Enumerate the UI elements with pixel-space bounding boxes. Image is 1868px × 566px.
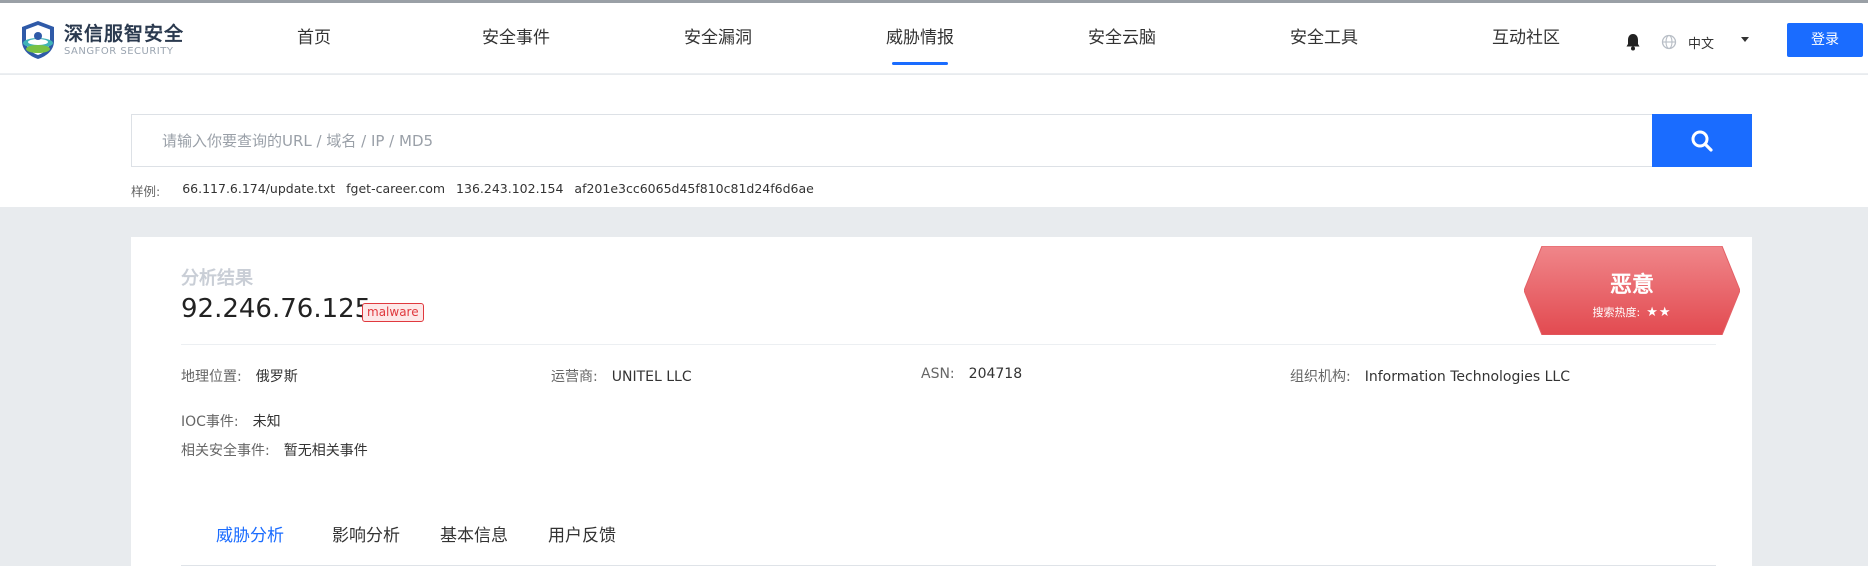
main-nav: 首页 安全事件 安全漏洞 威胁情报 安全云脑 安全工具 互动社区	[213, 3, 1627, 74]
tab-threat-analysis[interactable]: 威胁分析	[216, 516, 284, 565]
nav-security-cloud-brain[interactable]: 安全云脑	[1021, 3, 1223, 74]
isp: 运营商: UNITEL LLC	[551, 366, 692, 386]
shield-logo-icon	[18, 19, 58, 61]
globe-icon[interactable]	[1661, 34, 1677, 50]
section-title: 分析结果	[181, 268, 253, 289]
org-label: 组织机构:	[1290, 369, 1351, 385]
tab-basic-info[interactable]: 基本信息	[440, 516, 508, 565]
asn: ASN: 204718	[921, 366, 1022, 382]
asn-value: 204718	[968, 366, 1023, 382]
logo-title: 深信服智安全	[64, 23, 185, 45]
related-label: 相关安全事件:	[181, 443, 270, 459]
chevron-down-icon[interactable]	[1741, 37, 1749, 42]
search-icon	[1691, 130, 1713, 152]
organization: 组织机构: Information Technologies LLC	[1290, 366, 1570, 386]
verdict-label: 恶意	[1609, 273, 1654, 298]
nav-vulnerabilities[interactable]: 安全漏洞	[617, 3, 819, 74]
malware-tag-badge: malware	[362, 303, 424, 322]
nav-community[interactable]: 互动社区	[1425, 3, 1627, 74]
verdict-badge: 恶意 搜索热度: ★★	[1524, 246, 1740, 335]
sample-link[interactable]: 136.243.102.154	[456, 181, 563, 200]
geo-value: 俄罗斯	[255, 369, 298, 385]
tab-impact-analysis[interactable]: 影响分析	[332, 516, 400, 565]
search-section: 样例: 66.117.6.174/update.txt fget-career.…	[0, 75, 1868, 207]
sample-link[interactable]: 66.117.6.174/update.txt	[182, 181, 335, 200]
search-input[interactable]	[132, 115, 1652, 166]
nav-security-events[interactable]: 安全事件	[415, 3, 617, 74]
org-value: Information Technologies LLC	[1364, 369, 1570, 385]
logo-subtitle: SANGFOR SECURITY	[64, 46, 174, 57]
search-button[interactable]	[1652, 114, 1752, 167]
tab-user-feedback[interactable]: 用户反馈	[548, 516, 616, 565]
samples-label: 样例:	[131, 184, 161, 199]
logo[interactable]: 深信服智安全 SANGFOR SECURITY	[18, 19, 184, 61]
ioc-label: IOC事件:	[181, 414, 239, 430]
related-events: 相关安全事件: 暂无相关事件	[181, 440, 368, 460]
queried-ip: 92.246.76.125	[181, 294, 372, 324]
sample-link[interactable]: af201e3cc6065d45f810c81d24f6d6ae	[574, 181, 813, 200]
isp-value: UNITEL LLC	[611, 369, 692, 385]
nav-threat-intel[interactable]: 威胁情报	[819, 3, 1021, 74]
related-value: 暂无相关事件	[283, 443, 368, 459]
site-header: 深信服智安全 SANGFOR SECURITY 首页 安全事件 安全漏洞 威胁情…	[0, 3, 1868, 74]
sample-link[interactable]: fget-career.com	[346, 181, 445, 200]
ioc-events: IOC事件: 未知	[181, 411, 281, 431]
search-heat-label: 搜索热度:	[1592, 306, 1641, 319]
sample-queries: 样例: 66.117.6.174/update.txt fget-career.…	[131, 181, 825, 200]
divider	[181, 344, 1716, 345]
login-button[interactable]: 登录	[1787, 23, 1863, 57]
geo-location: 地理位置: 俄罗斯	[181, 366, 298, 386]
asn-label: ASN:	[921, 366, 955, 382]
nav-security-tools[interactable]: 安全工具	[1223, 3, 1425, 74]
search-heat: 搜索热度: ★★	[1524, 304, 1740, 320]
analysis-result-card: 分析结果 92.246.76.125 malware 恶意 搜索热度: ★★ 地理…	[131, 237, 1752, 566]
isp-label: 运营商:	[551, 369, 598, 385]
result-tabs: 威胁分析 影响分析 基本信息 用户反馈	[181, 516, 1716, 566]
search-box	[131, 114, 1652, 167]
bell-icon[interactable]	[1625, 33, 1641, 51]
star-rating-icon: ★★	[1646, 305, 1672, 320]
geo-label: 地理位置:	[181, 369, 242, 385]
language-selector[interactable]: 中文	[1688, 33, 1714, 52]
nav-home[interactable]: 首页	[213, 3, 415, 74]
ioc-value: 未知	[252, 414, 281, 430]
